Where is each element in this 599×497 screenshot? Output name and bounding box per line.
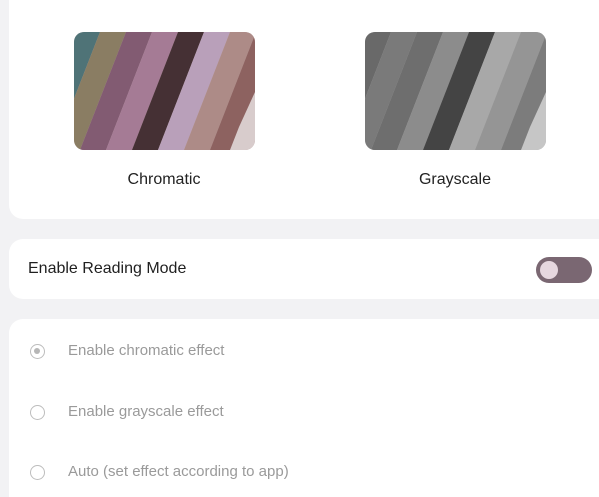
reading-mode-label: Enable Reading Mode: [28, 260, 187, 277]
radio-option-grayscale[interactable]: Enable grayscale effect: [9, 392, 589, 432]
reading-mode-toggle-row[interactable]: Enable Reading Mode: [9, 239, 599, 299]
radio-unchecked-icon[interactable]: [30, 464, 45, 480]
radio-option-label: Auto (set effect according to app): [68, 463, 289, 480]
reading-mode-switch[interactable]: [536, 257, 592, 283]
radio-option-chromatic[interactable]: Enable chromatic effect: [9, 331, 589, 371]
grayscale-preview-option[interactable]: Grayscale: [364, 32, 546, 190]
grayscale-preview-icon: [364, 32, 546, 150]
radio-checked-icon[interactable]: [30, 343, 45, 359]
effect-preview-card: Chromatic Grayscale: [9, 0, 599, 219]
radio-option-label: Enable grayscale effect: [68, 403, 224, 420]
radio-option-label: Enable chromatic effect: [68, 342, 225, 359]
chromatic-preview-option[interactable]: Chromatic: [73, 32, 255, 190]
radio-unchecked-icon[interactable]: [30, 404, 45, 420]
radio-option-auto[interactable]: Auto (set effect according to app): [9, 452, 589, 492]
switch-knob: [540, 261, 558, 279]
reading-mode-settings-page: Chromatic Grayscale Enable Reading Mode: [0, 0, 599, 497]
grayscale-preview-label: Grayscale: [418, 171, 492, 188]
chromatic-preview-icon: [73, 32, 255, 150]
effect-options-card: Enable chromatic effect Enable grayscale…: [9, 319, 599, 497]
chromatic-preview-label: Chromatic: [127, 171, 201, 188]
